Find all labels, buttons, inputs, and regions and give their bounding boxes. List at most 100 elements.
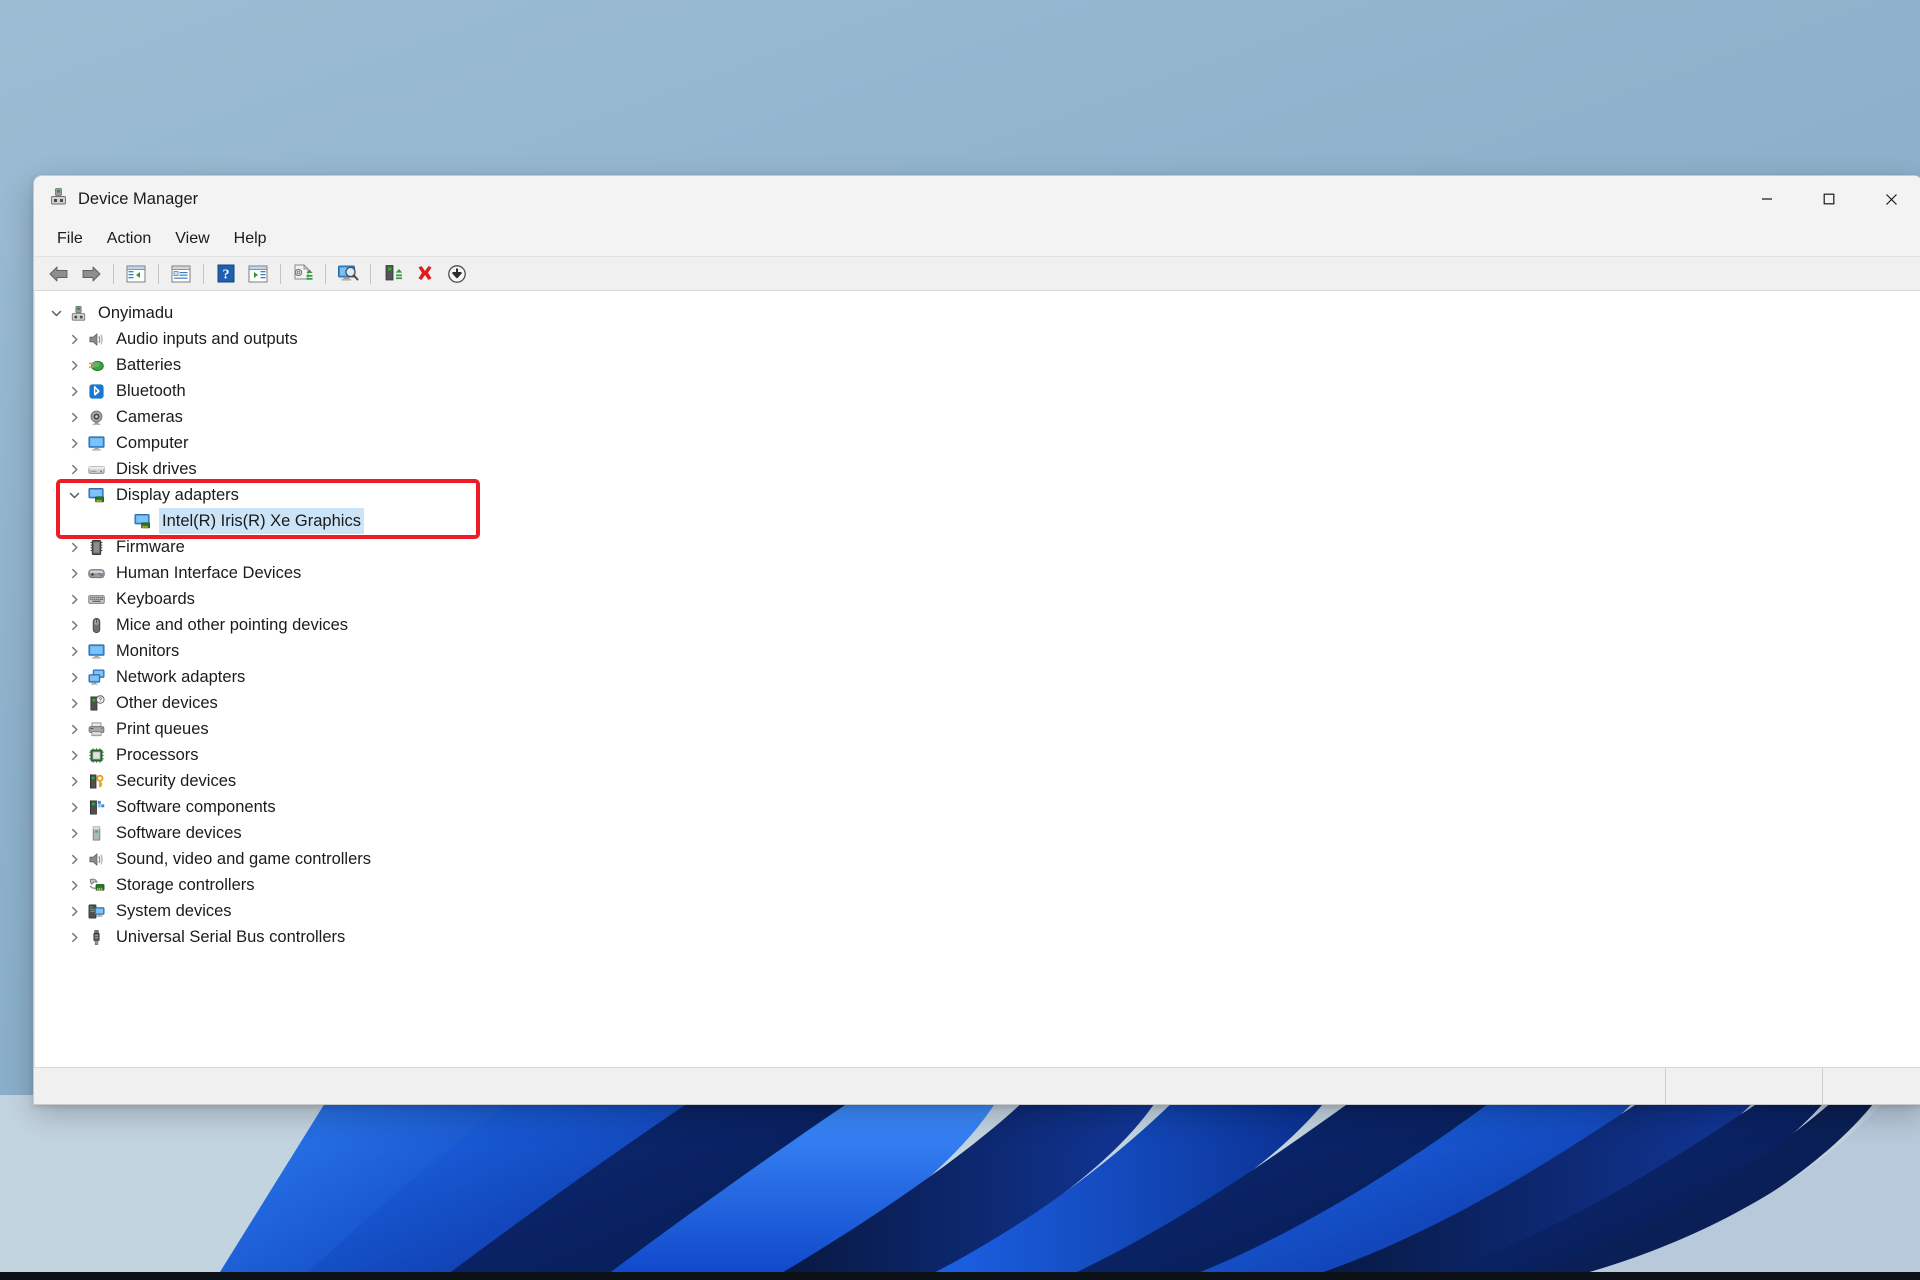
chevron-right-icon[interactable] — [63, 456, 85, 482]
tree-node-label: Storage controllers — [116, 876, 255, 894]
uninstall-device-button[interactable] — [409, 259, 441, 288]
tree-node-label: Disk drives — [116, 460, 197, 478]
chevron-right-icon[interactable] — [63, 534, 85, 560]
chevron-right-icon[interactable] — [63, 404, 85, 430]
monitor-icon — [85, 432, 107, 454]
tree-node-security-devices[interactable]: Security devices — [35, 768, 1920, 794]
tree-node-label: Monitors — [116, 642, 180, 660]
tree-node-software-devices[interactable]: Software devices — [35, 820, 1920, 846]
tree-node-network-adapters[interactable]: Network adapters — [35, 664, 1920, 690]
svg-text:?: ? — [223, 268, 230, 283]
tree-node-label: Software components — [116, 798, 276, 816]
minimize-button[interactable] — [1736, 176, 1798, 222]
tree-node-firmware[interactable]: Firmware — [35, 534, 1920, 560]
enable-device-button[interactable] — [377, 259, 409, 288]
computer-root-icon — [67, 302, 89, 324]
chevron-right-icon[interactable] — [63, 586, 85, 612]
tree-node-other-devices[interactable]: ? Other devices — [35, 690, 1920, 716]
chevron-right-icon[interactable] — [63, 872, 85, 898]
tree-node-storage-controllers[interactable]: Storage controllers — [35, 872, 1920, 898]
tree-node-root[interactable]: Onyimadu — [35, 300, 1920, 326]
menu-file[interactable]: File — [46, 225, 94, 252]
minimize-icon — [1762, 198, 1772, 200]
toolbar-separator — [113, 263, 114, 284]
menu-help[interactable]: Help — [223, 225, 278, 252]
tree-node-software-components[interactable]: Software components — [35, 794, 1920, 820]
tree-node-label: Mice and other pointing devices — [116, 616, 349, 634]
usb-icon — [85, 926, 107, 948]
chevron-right-icon[interactable] — [63, 430, 85, 456]
speaker-icon — [85, 848, 107, 870]
tree-node-system-devices[interactable]: System devices — [35, 898, 1920, 924]
tree-node-monitors[interactable]: Monitors — [35, 638, 1920, 664]
tree-node-label: Security devices — [116, 772, 237, 790]
tree-node-human-interface-devices[interactable]: Human Interface Devices — [35, 560, 1920, 586]
chevron-right-icon[interactable] — [63, 846, 85, 872]
forward-button[interactable] — [75, 259, 107, 288]
chevron-right-icon[interactable] — [63, 352, 85, 378]
show-hide-action-pane-button[interactable] — [242, 259, 274, 288]
tree-node-label: Software devices — [116, 824, 242, 842]
tree-node-sound-video-and-game-controllers[interactable]: Sound, video and game controllers — [35, 846, 1920, 872]
desktop: Device Manager File Action View Help ? O… — [0, 0, 1920, 1280]
chevron-right-icon[interactable] — [63, 378, 85, 404]
toolbar-separator — [280, 263, 281, 284]
chevron-right-icon[interactable] — [63, 326, 85, 352]
chevron-right-icon[interactable] — [63, 924, 85, 950]
bluetooth-icon — [85, 380, 107, 402]
processor-icon — [85, 744, 107, 766]
device-tree-panel[interactable]: Onyimadu Audio inputs and outputs Batteri… — [34, 291, 1920, 1067]
chevron-down-icon[interactable] — [63, 482, 85, 508]
show-hide-console-tree-icon — [126, 265, 146, 282]
tree-node-label: Processors — [116, 746, 199, 764]
tree-node-keyboards[interactable]: Keyboards — [35, 586, 1920, 612]
tree-node-print-queues[interactable]: Print queues — [35, 716, 1920, 742]
tree-node-display-adapters[interactable]: Display adapters — [35, 482, 1920, 508]
show-hide-console-tree-button[interactable] — [120, 259, 152, 288]
status-pane-1 — [1665, 1068, 1822, 1104]
tree-node-universal-serial-bus-controllers[interactable]: Universal Serial Bus controllers — [35, 924, 1920, 950]
chevron-right-icon[interactable] — [63, 768, 85, 794]
menu-action[interactable]: Action — [96, 225, 162, 252]
tree-node-computer[interactable]: Computer — [35, 430, 1920, 456]
back-button[interactable] — [43, 259, 75, 288]
chevron-right-icon[interactable] — [63, 664, 85, 690]
chevron-right-icon[interactable] — [63, 794, 85, 820]
tree-node-disk-drives[interactable]: Disk drives — [35, 456, 1920, 482]
storage-controller-icon — [85, 874, 107, 896]
tree-node-batteries[interactable]: Batteries — [35, 352, 1920, 378]
chevron-right-icon[interactable] — [63, 820, 85, 846]
disable-device-icon — [448, 264, 466, 283]
chevron-right-icon[interactable] — [63, 638, 85, 664]
toolbar-separator — [203, 263, 204, 284]
tree-node-audio-inputs-and-outputs[interactable]: Audio inputs and outputs — [35, 326, 1920, 352]
chevron-right-icon[interactable] — [63, 690, 85, 716]
chevron-right-icon[interactable] — [63, 560, 85, 586]
system-device-icon — [85, 900, 107, 922]
tree-node-label: Other devices — [116, 694, 218, 712]
menu-view[interactable]: View — [164, 225, 220, 252]
maximize-button[interactable] — [1798, 176, 1860, 222]
tree-node-mice-and-other-pointing-devices[interactable]: Mice and other pointing devices — [35, 612, 1920, 638]
close-button[interactable] — [1860, 176, 1920, 222]
window-titlebar[interactable]: Device Manager — [34, 176, 1920, 222]
scan-for-hardware-changes-button[interactable] — [332, 259, 364, 288]
tree-node-bluetooth[interactable]: Bluetooth — [35, 378, 1920, 404]
tree-node-label: Universal Serial Bus controllers — [116, 928, 346, 946]
gamepad-icon — [85, 562, 107, 584]
help-button[interactable]: ? — [210, 259, 242, 288]
status-bar — [34, 1067, 1920, 1104]
chevron-down-icon[interactable] — [45, 300, 67, 326]
tree-node-processors[interactable]: Processors — [35, 742, 1920, 768]
battery-icon — [85, 354, 107, 376]
disable-device-button[interactable] — [441, 259, 473, 288]
chevron-right-icon[interactable] — [63, 716, 85, 742]
update-driver-button[interactable] — [287, 259, 319, 288]
chevron-right-icon[interactable] — [63, 898, 85, 924]
enable-device-icon — [385, 265, 403, 281]
properties-button[interactable] — [165, 259, 197, 288]
chevron-right-icon[interactable] — [63, 612, 85, 638]
chevron-right-icon[interactable] — [63, 742, 85, 768]
tree-node-intel-r-iris-r-xe-graphics[interactable]: Intel(R) Iris(R) Xe Graphics — [35, 508, 1920, 534]
tree-node-cameras[interactable]: Cameras — [35, 404, 1920, 430]
